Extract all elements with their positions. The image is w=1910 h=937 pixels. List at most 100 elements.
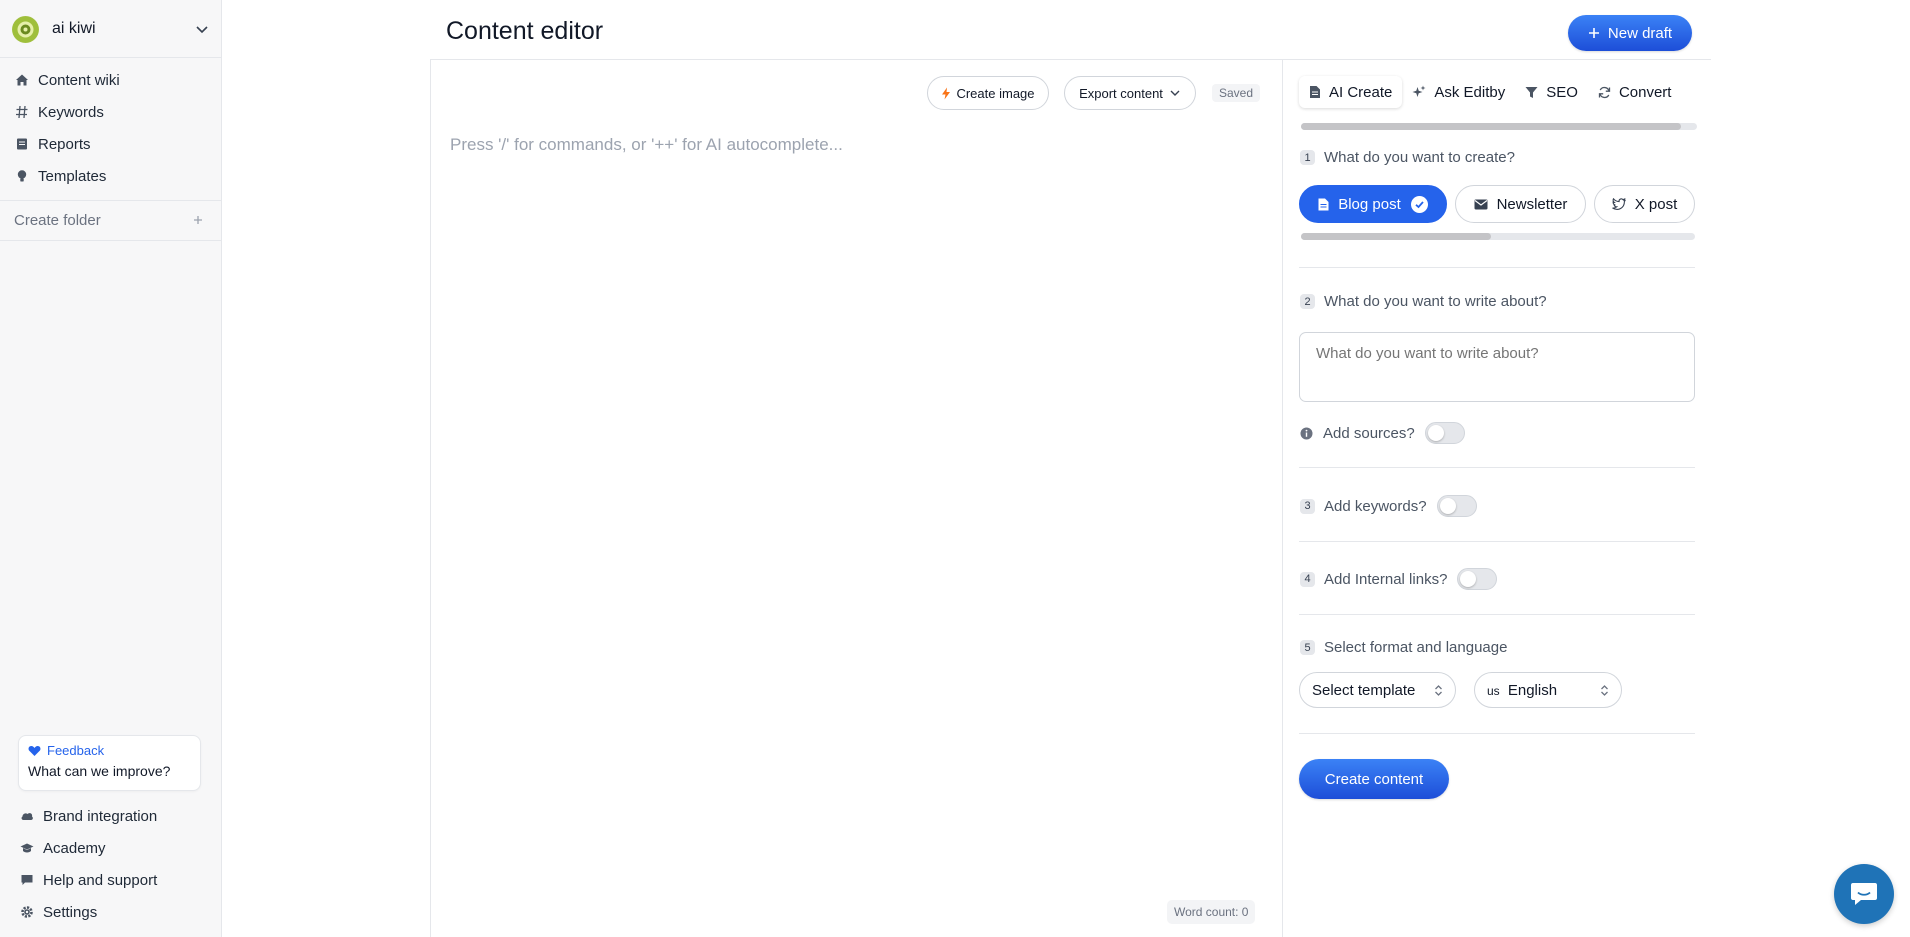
tab-label: Convert — [1618, 83, 1672, 101]
sidebar-item-label: Keywords — [38, 103, 104, 121]
workspace-logo-icon — [12, 15, 39, 43]
divider — [1299, 733, 1695, 734]
home-icon — [15, 73, 29, 87]
template-select-label: Select template — [1312, 681, 1416, 699]
bulb-icon — [15, 169, 29, 183]
step-label: Select format and language — [1324, 639, 1508, 656]
chat-bubble-icon — [20, 873, 34, 887]
step-label: Add Internal links? — [1324, 570, 1448, 588]
check-icon — [1410, 195, 1428, 213]
refresh-icon — [1598, 86, 1611, 98]
step-label: Add keywords? — [1324, 497, 1427, 515]
add-sources-toggle[interactable] — [1424, 422, 1465, 444]
plus-icon — [1588, 28, 1599, 38]
feedback-card[interactable]: Feedback What can we improve? — [18, 735, 201, 791]
add-internal-links-toggle[interactable] — [1457, 568, 1498, 590]
panel-tabs: AI Create Ask Editby SEO Convert — [1299, 76, 1695, 108]
workspace-name: ai kiwi — [52, 20, 96, 37]
divider — [0, 240, 221, 241]
editor-placeholder[interactable]: Press '/' for commands, or '++' for AI a… — [450, 135, 843, 155]
sidebar-item-content-wiki[interactable]: Content wiki — [0, 64, 221, 96]
create-image-label: Create image — [956, 85, 1035, 101]
types-scrollbar[interactable] — [1301, 233, 1695, 240]
document-icon — [1310, 86, 1320, 98]
step-number: 1 — [1300, 150, 1315, 165]
updown-chevron-icon — [1601, 684, 1608, 696]
sidebar-nav: Content wiki Keywords Reports Templates — [0, 64, 221, 192]
tab-label: AI Create — [1329, 83, 1393, 101]
create-folder-label: Create folder — [14, 211, 101, 229]
flag-us-icon: us — [1487, 683, 1500, 698]
scrollbar-thumb[interactable] — [1301, 123, 1681, 130]
step-number: 5 — [1300, 640, 1315, 655]
step-number: 2 — [1300, 294, 1315, 309]
step-4: 4 Add Internal links? — [1300, 568, 1498, 590]
gear-icon — [20, 905, 34, 919]
chevron-down-icon — [196, 26, 208, 34]
new-draft-label: New draft — [1607, 24, 1673, 42]
sidebar-item-academy[interactable]: Academy — [0, 832, 221, 864]
topic-textarea[interactable] — [1299, 332, 1695, 402]
plus-icon — [194, 216, 202, 224]
tab-ai-create[interactable]: AI Create — [1299, 76, 1403, 108]
tab-label: SEO — [1546, 83, 1578, 101]
type-x-post-button[interactable]: X post — [1594, 185, 1695, 223]
saved-status-badge: Saved — [1212, 84, 1261, 102]
export-content-label: Export content — [1079, 85, 1163, 101]
tab-convert[interactable]: Convert — [1588, 76, 1682, 108]
page-title: Content editor — [446, 17, 604, 45]
chat-icon — [1851, 883, 1877, 905]
tab-ask-editby[interactable]: Ask Editby — [1402, 76, 1515, 108]
sidebar-item-label: Templates — [38, 167, 107, 185]
feedback-title: Feedback — [47, 743, 105, 758]
type-blog-post-button[interactable]: Blog post — [1299, 185, 1447, 223]
graduation-cap-icon — [20, 841, 34, 855]
add-sources-label: Add sources? — [1323, 424, 1415, 442]
tab-seo[interactable]: SEO — [1515, 76, 1588, 108]
export-content-dropdown[interactable]: Export content — [1064, 76, 1196, 110]
report-icon — [15, 137, 29, 151]
create-image-button[interactable]: Create image — [927, 76, 1049, 110]
divider — [0, 57, 221, 58]
feedback-text: What can we improve? — [28, 763, 171, 779]
type-newsletter-button[interactable]: Newsletter — [1455, 185, 1586, 223]
step-number: 3 — [1300, 498, 1315, 514]
tabs-scrollbar[interactable] — [1301, 123, 1697, 130]
step-label: What do you want to write about? — [1324, 293, 1547, 310]
bird-icon — [1611, 198, 1626, 210]
sidebar-item-templates[interactable]: Templates — [0, 160, 221, 192]
add-keywords-toggle[interactable] — [1436, 495, 1477, 517]
scrollbar-thumb[interactable] — [1301, 233, 1491, 240]
sidebar-item-settings[interactable]: Settings — [0, 896, 221, 928]
sidebar-item-reports[interactable]: Reports — [0, 128, 221, 160]
type-label: Blog post — [1338, 195, 1401, 213]
chat-widget-button[interactable] — [1834, 864, 1894, 924]
type-label: Newsletter — [1496, 195, 1568, 213]
hash-icon — [15, 105, 29, 119]
sidebar-item-label: Academy — [43, 839, 106, 857]
template-select[interactable]: Select template — [1299, 672, 1456, 708]
sidebar-item-keywords[interactable]: Keywords — [0, 96, 221, 128]
sidebar-item-label: Reports — [38, 135, 91, 153]
language-select[interactable]: us English — [1474, 672, 1622, 708]
sidebar-item-label: Content wiki — [38, 71, 120, 89]
sidebar-bottom-nav: Brand integration Academy Help and suppo… — [0, 800, 221, 928]
sidebar-item-help-and-support[interactable]: Help and support — [0, 864, 221, 896]
new-draft-button[interactable]: New draft — [1568, 15, 1692, 51]
content-editor[interactable]: Create image Export content Saved Press … — [430, 60, 1283, 937]
sidebar: ai kiwi Content wiki Keywords Reports Te… — [0, 0, 222, 937]
add-sources-row: Add sources? — [1300, 422, 1465, 444]
workspace-switcher[interactable]: ai kiwi — [12, 15, 210, 43]
toggle-knob — [1427, 425, 1444, 441]
create-folder-button[interactable]: Create folder — [14, 210, 204, 230]
updown-chevron-icon — [1435, 684, 1442, 696]
funnel-icon — [1525, 86, 1538, 98]
type-label: X post — [1634, 195, 1678, 213]
sidebar-item-label: Settings — [43, 903, 98, 921]
create-content-button[interactable]: Create content — [1299, 759, 1449, 799]
sidebar-item-brand-integration[interactable]: Brand integration — [0, 800, 221, 832]
step-5: 5 Select format and language — [1300, 639, 1507, 656]
sparkle-icon — [1412, 85, 1426, 97]
divider — [1299, 467, 1695, 468]
divider — [1299, 541, 1695, 542]
